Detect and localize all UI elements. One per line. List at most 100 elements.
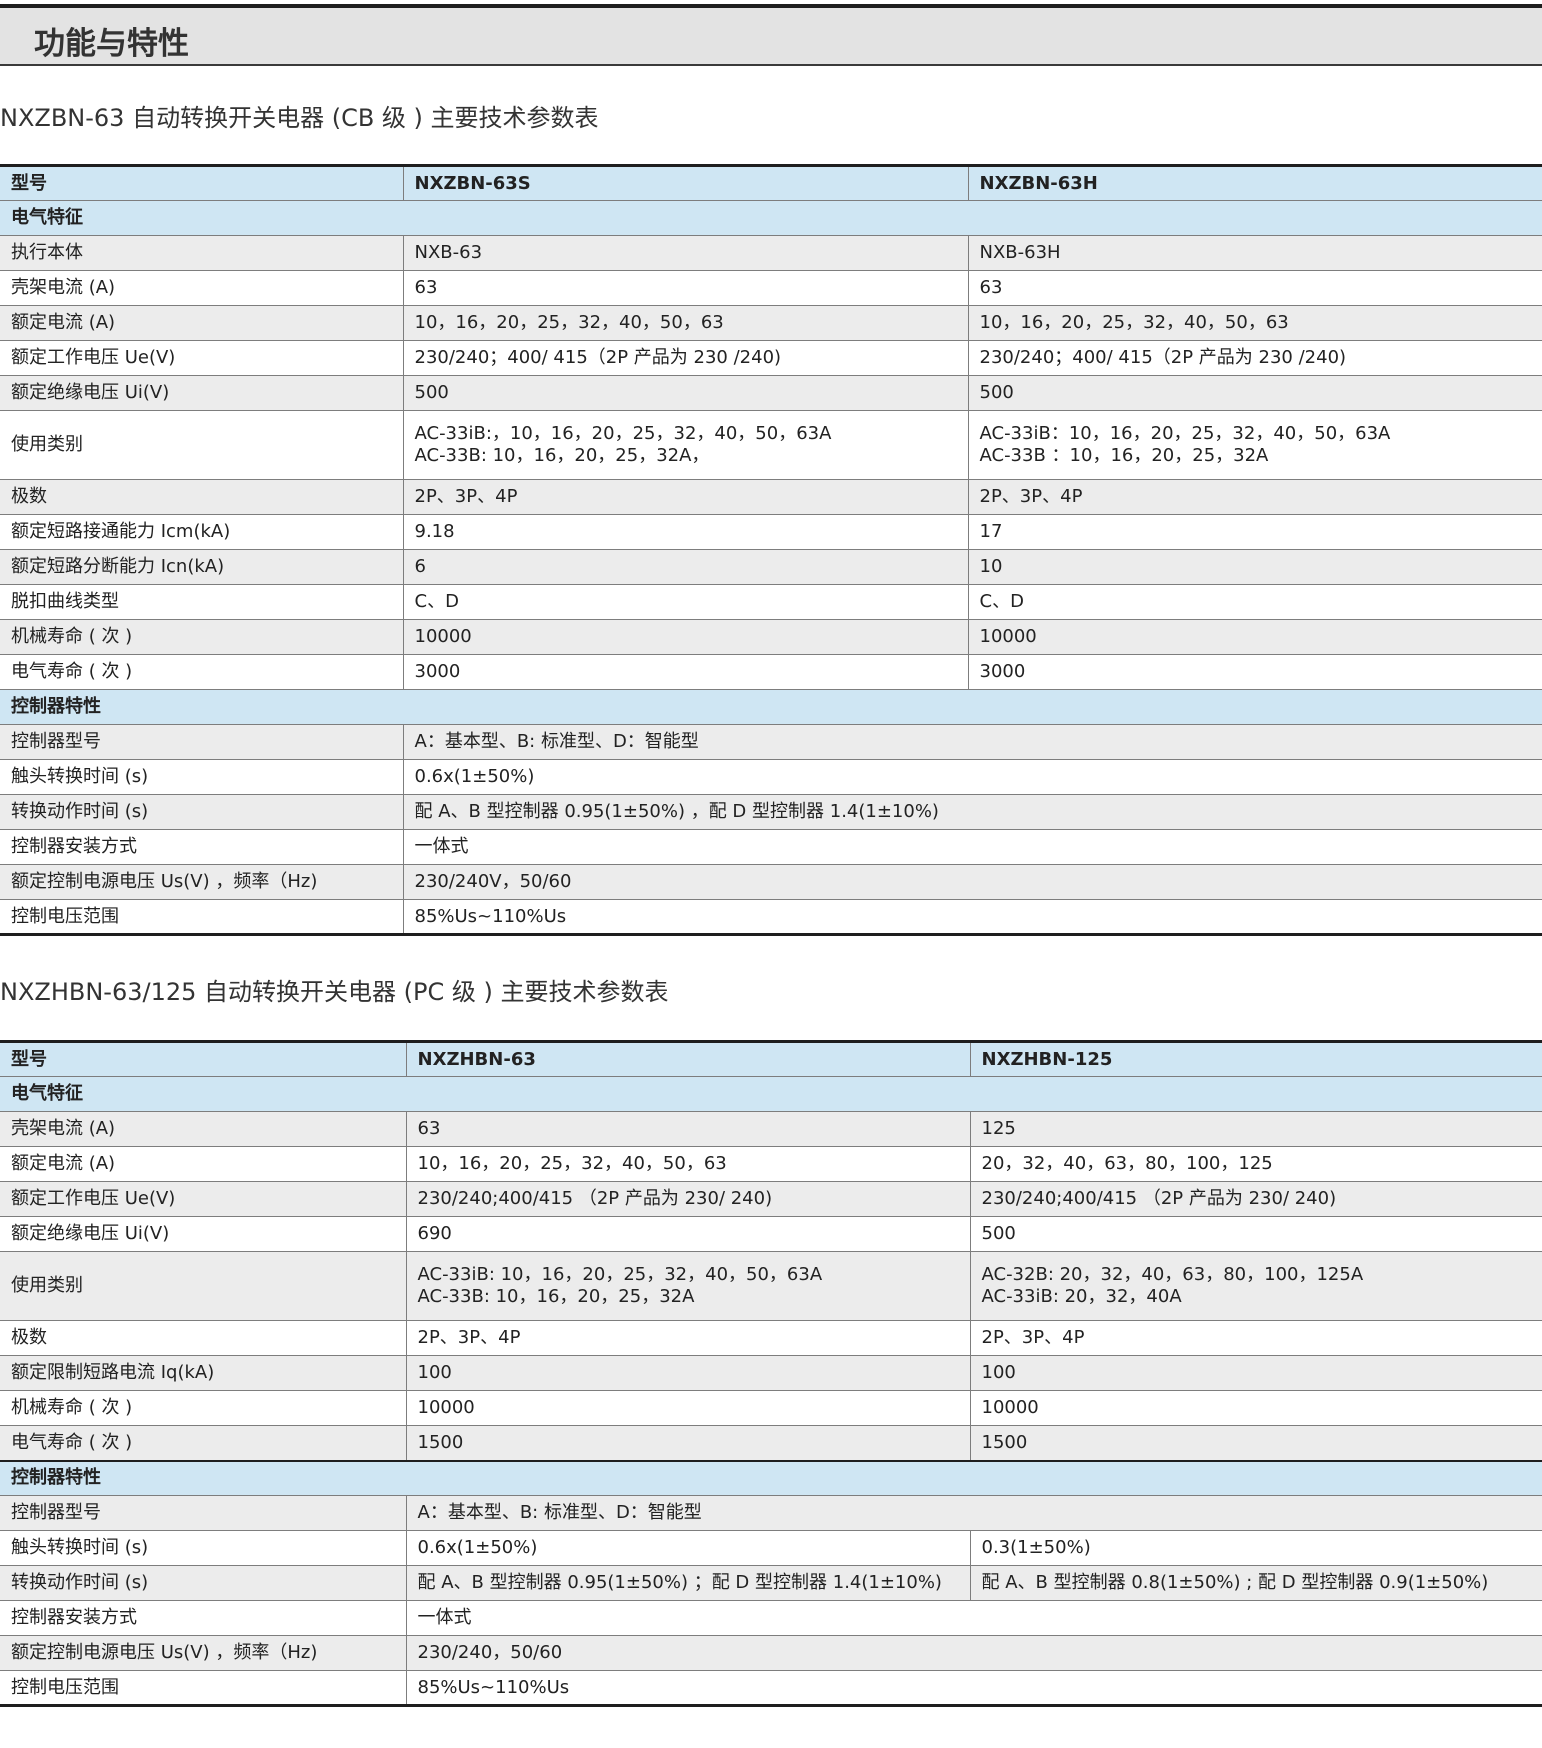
value-line: AC-33iB: 10，16，20，25，32，40，50，63A <box>417 1264 823 1285</box>
table-row: 控制电压范围 85%Us~110%Us <box>0 899 1542 935</box>
header-row: 型号 NXZBN-63S NXZBN-63H <box>0 165 1542 201</box>
table-row: 使用类别 AC-33iB: 10，16，20，25，32，40，50，63A AC-… <box>0 1251 1542 1321</box>
row-value-2: 125 <box>970 1111 1542 1147</box>
table-row: 额定工作电压 Ue(V) 230/240;400/415 （2P 产品为 230/… <box>0 1181 1542 1217</box>
row-value-1: C、D <box>403 584 969 620</box>
row-value-1: 6 <box>403 549 969 585</box>
row-label: 极数 <box>0 1320 407 1356</box>
section-label-electrical: 电气特征 <box>0 200 1542 236</box>
row-value-merged: 一体式 <box>403 829 1542 865</box>
section-row-controller: 控制器特性 <box>0 689 1542 725</box>
section-row-electrical: 电气特征 <box>0 1076 1542 1112</box>
row-label: 使用类别 <box>0 1251 407 1321</box>
row-value-2: 0.3(1±50%) <box>970 1530 1542 1566</box>
row-value-1: 230/240；400/ 415（2P 产品为 230 /240) <box>403 340 969 376</box>
row-label: 额定短路接通能力 Icm(kA) <box>0 514 404 550</box>
table-row: 电气寿命 ( 次 ) 3000 3000 <box>0 654 1542 690</box>
value-line: AC-32B: 20，32，40，63，80，100，125A <box>981 1264 1364 1285</box>
section-label-electrical: 电气特征 <box>0 1076 1542 1112</box>
row-label: 额定绝缘电压 Ui(V) <box>0 1216 407 1252</box>
row-label: 电气寿命 ( 次 ) <box>0 654 404 690</box>
table-row: 额定绝缘电压 Ui(V) 690 500 <box>0 1216 1542 1252</box>
row-value-merged: 配 A、B 型控制器 0.95(1±50%) ，配 D 型控制器 1.4(1±1… <box>403 794 1542 830</box>
table-row: 控制器型号 A：基本型、B: 标准型、D：智能型 <box>0 724 1542 760</box>
row-value-1: 230/240;400/415 （2P 产品为 230/ 240) <box>406 1181 971 1217</box>
row-value-1: 100 <box>406 1355 971 1391</box>
row-value-1: 1500 <box>406 1425 971 1462</box>
header-model-label: 型号 <box>0 1041 407 1077</box>
value-line: AC-33B ：10，16，20，25，32A <box>979 445 1269 466</box>
table-row: 极数 2P、3P、4P 2P、3P、4P <box>0 479 1542 515</box>
header-model-1: NXZHBN-63 <box>406 1041 971 1077</box>
row-label: 控制器安装方式 <box>0 1600 407 1636</box>
row-label: 额定短路分断能力 Icn(kA) <box>0 549 404 585</box>
row-label: 脱扣曲线类型 <box>0 584 404 620</box>
row-value-merged: A：基本型、B: 标准型、D：智能型 <box>406 1495 1542 1531</box>
row-label: 控制电压范围 <box>0 899 404 935</box>
row-label: 转换动作时间 (s) <box>0 794 404 830</box>
row-value-2: 2P、3P、4P <box>968 479 1542 515</box>
table-row: 机械寿命 ( 次 ) 10000 10000 <box>0 619 1542 655</box>
row-label: 控制器安装方式 <box>0 829 404 865</box>
table-row: 执行本体 NXB-63 NXB-63H <box>0 235 1542 271</box>
row-value-1: 9.18 <box>403 514 969 550</box>
table-row: 控制电压范围 85%Us~110%Us <box>0 1670 1542 1706</box>
row-value-1: AC-33iB: 10，16，20，25，32，40，50，63A AC-33B:… <box>406 1251 971 1321</box>
row-value-1: 63 <box>403 270 969 306</box>
table-row: 额定电流 (A) 10，16，20，25，32，40，50，63 10，16，20，… <box>0 305 1542 341</box>
section-header-bar: 功能与特性 <box>0 8 1542 66</box>
row-label: 额定电流 (A) <box>0 1146 407 1182</box>
row-value-1: 690 <box>406 1216 971 1252</box>
row-value-2: 500 <box>968 375 1542 411</box>
row-value-1: NXB-63 <box>403 235 969 271</box>
row-value-2: 63 <box>968 270 1542 306</box>
row-label: 极数 <box>0 479 404 515</box>
row-label: 壳架电流 (A) <box>0 1111 407 1147</box>
row-value-1: 2P、3P、4P <box>406 1320 971 1356</box>
row-value-2: 10，16，20，25，32，40，50，63 <box>968 305 1542 341</box>
row-value-1: 10，16，20，25，32，40，50，63 <box>406 1146 971 1182</box>
row-label: 额定工作电压 Ue(V) <box>0 340 404 376</box>
table-row: 额定工作电压 Ue(V) 230/240；400/ 415（2P 产品为 230 … <box>0 340 1542 376</box>
row-value-1: 10000 <box>406 1390 971 1426</box>
row-label: 转换动作时间 (s) <box>0 1565 407 1601</box>
row-value-1: 500 <box>403 375 969 411</box>
row-value-merged: 85%Us~110%Us <box>406 1670 1542 1706</box>
section-row-electrical: 电气特征 <box>0 200 1542 236</box>
row-label: 使用类别 <box>0 410 404 480</box>
row-value-1: 0.6x(1±50%) <box>406 1530 971 1566</box>
row-value-merged: 0.6x(1±50%) <box>403 759 1542 795</box>
row-label: 机械寿命 ( 次 ) <box>0 1390 407 1426</box>
row-value-2: 20，32，40，63，80，100，125 <box>970 1146 1542 1182</box>
value-line: AC-33iB:，10，16，20，25，32，40，50，63A <box>414 423 832 444</box>
row-value-2: 230/240;400/415 （2P 产品为 230/ 240) <box>970 1181 1542 1217</box>
table-row: 极数 2P、3P、4P 2P、3P、4P <box>0 1320 1542 1356</box>
spec-table-cb: 型号 NXZBN-63S NXZBN-63H 电气特征 执行本体 NXB-63 NXB-63… <box>0 164 1542 936</box>
spec-table-pc: 型号 NXZHBN-63 NXZHBN-125 电气特征 壳架电流 (A) 63 125 额定… <box>0 1040 1542 1707</box>
table-row: 机械寿命 ( 次 ) 10000 10000 <box>0 1390 1542 1426</box>
row-value-2: 10000 <box>970 1390 1542 1426</box>
section-row-controller: 控制器特性 <box>0 1460 1542 1496</box>
row-label: 额定控制电源电压 Us(V) ，频率（Hz) <box>0 1635 407 1671</box>
table-row: 触头转换时间 (s) 0.6x(1±50%) 0.3(1±50%) <box>0 1530 1542 1566</box>
row-value-2: NXB-63H <box>968 235 1542 271</box>
table-row: 额定短路分断能力 Icn(kA) 6 10 <box>0 549 1542 585</box>
row-value-2: 2P、3P、4P <box>970 1320 1542 1356</box>
section-label-controller: 控制器特性 <box>0 689 1542 725</box>
row-label: 控制电压范围 <box>0 1670 407 1706</box>
section-title: 功能与特性 <box>34 26 189 62</box>
table-row: 壳架电流 (A) 63 63 <box>0 270 1542 306</box>
row-value-2: 10000 <box>968 619 1542 655</box>
row-label: 额定限制短路电流 Iq(kA) <box>0 1355 407 1391</box>
row-label: 额定控制电源电压 Us(V) ，频率（Hz) <box>0 864 404 900</box>
table-row: 控制器安装方式 一体式 <box>0 1600 1542 1636</box>
table-row: 触头转换时间 (s) 0.6x(1±50%) <box>0 759 1542 795</box>
table-row: 额定控制电源电压 Us(V) ，频率（Hz) 230/240，50/60 <box>0 1635 1542 1671</box>
row-label: 额定工作电压 Ue(V) <box>0 1181 407 1217</box>
row-label: 控制器型号 <box>0 1495 407 1531</box>
table-row: 额定电流 (A) 10，16，20，25，32，40，50，63 20，32，40，… <box>0 1146 1542 1182</box>
table-row: 控制器型号 A：基本型、B: 标准型、D：智能型 <box>0 1495 1542 1531</box>
table-row: 额定限制短路电流 Iq(kA) 100 100 <box>0 1355 1542 1391</box>
row-value-2: 500 <box>970 1216 1542 1252</box>
value-line: AC-33iB: 20，32，40A <box>981 1286 1182 1307</box>
